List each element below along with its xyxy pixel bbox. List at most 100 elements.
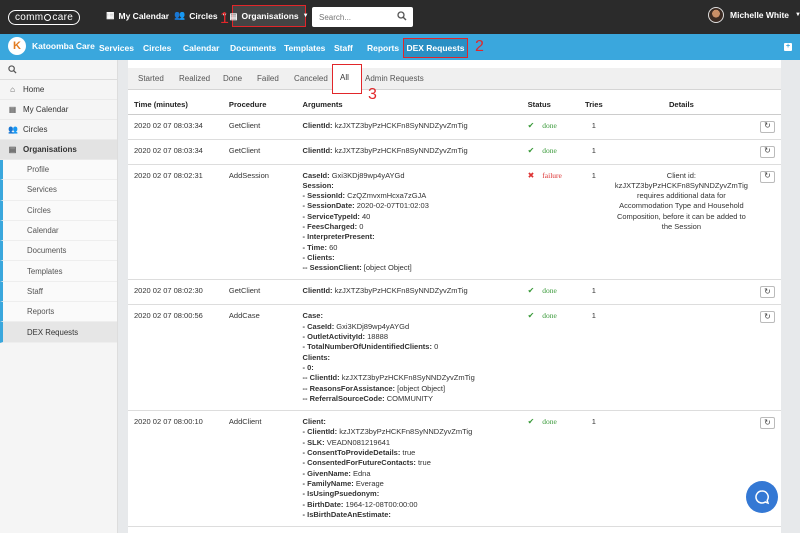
sidebar-sub-profile[interactable]: Profile [0, 160, 117, 181]
nav-circles[interactable]: Circles [143, 43, 171, 53]
table-row: 2020 02 07 08:02:31 AddSession CaseId: Gxi… [128, 164, 781, 281]
sidebar: ⌂ Home ▦ My Calendar 👥 Circles ▤ Organisatio… [0, 60, 118, 533]
user-menu[interactable]: Michelle White ▼ [708, 7, 800, 23]
search-input[interactable] [312, 7, 392, 27]
argument-key: - InterpreterPresent: [302, 232, 375, 242]
sidebar-item-home[interactable]: ⌂ Home [0, 80, 117, 100]
sidebar-search[interactable] [0, 60, 117, 80]
organisation-navbar: K Katoomba Care Services Circles Calenda… [0, 34, 800, 60]
calendar-icon: ▦ [106, 10, 115, 20]
tab-all[interactable]: All [332, 64, 362, 94]
organisations-dropdown[interactable]: ▤ Organisations ▼ [229, 5, 309, 27]
check-icon: ✔ [527, 120, 535, 130]
tab-realized[interactable]: Realized [179, 74, 210, 83]
dex-requests-table: Time (minutes) Procedure Arguments Statu… [128, 96, 781, 528]
argument-value: 18888 [365, 332, 388, 342]
retry-button[interactable]: ↻ [759, 311, 775, 324]
sidebar-sub-staff[interactable]: Staff [0, 281, 117, 303]
status-cell: ✔ done [521, 114, 579, 140]
arguments-cell: Client: - ClientId: kzJXTZ3byPzHCKFn8SyNN… [296, 410, 522, 528]
argument-value: Gxi3KDj89wp4yAYGd [334, 321, 410, 331]
search-icon[interactable] [397, 11, 407, 21]
tab-failed[interactable]: Failed [257, 74, 279, 83]
argument-line: - IsBirthDateAnEstimate: [303, 510, 516, 520]
sidebar-sub-services[interactable]: Services [0, 180, 117, 201]
nav-reports[interactable]: Reports [367, 43, 399, 53]
argument-line: - OutletActivityId: 18888 [303, 332, 516, 342]
argument-value: Edna [350, 468, 371, 478]
sidebar-item-circles[interactable]: 👥 Circles [0, 120, 117, 140]
check-icon: ✔ [527, 417, 535, 427]
procedure-cell: AddClient [222, 410, 297, 528]
tab-admin-requests[interactable]: Admin Requests [365, 74, 424, 83]
nav-staff[interactable]: Staff [334, 43, 353, 53]
refresh-icon: ↻ [764, 146, 771, 156]
arguments-cell: Case: - CaseId: Gxi3KDj89wp4yAYGd - Outlet… [296, 304, 522, 412]
sidebar-sub-circles[interactable]: Circles [0, 200, 117, 221]
retry-button[interactable]: ↻ [759, 286, 775, 299]
argument-key: Client: [302, 417, 326, 427]
scrollbar[interactable] [790, 60, 800, 533]
check-icon: ✔ [527, 311, 535, 321]
retry-button[interactable]: ↻ [759, 170, 775, 183]
argument-key: - GivenName: [302, 468, 351, 478]
argument-value: VEADN081219641 [324, 437, 391, 447]
organisation-brand[interactable]: K Katoomba Care [8, 37, 95, 55]
retry-button[interactable]: ↻ [759, 417, 775, 430]
sidebar-item-my-calendar[interactable]: ▦ My Calendar [0, 100, 117, 120]
argument-value: Everage [353, 478, 384, 488]
argument-key: - IsUsingPsuedonym: [302, 489, 380, 499]
argument-key: -- ReasonsForAssistance: [302, 383, 396, 393]
tries-cell: 1 [578, 164, 609, 281]
sidebar-sub-templates[interactable]: Templates [0, 261, 117, 282]
retry-button[interactable]: ↻ [759, 145, 775, 158]
details-cell [608, 114, 754, 140]
argument-value: COMMUNITY [384, 393, 433, 403]
argument-value: CzQZmvxmHcxa7zGJA [345, 191, 427, 201]
users-icon: 👥 [8, 125, 18, 134]
argument-key: - CaseId: [302, 321, 335, 331]
commcare-logo[interactable]: comm care [8, 9, 81, 25]
argument-key: - SessionDate: [302, 201, 355, 211]
tries-cell: 1 [578, 114, 609, 140]
sidebar-sub-documents[interactable]: Documents [0, 241, 117, 262]
action-cell: ↻ [753, 139, 781, 165]
argument-key: - OutletActivityId: [302, 332, 366, 342]
nav-documents[interactable]: Documents [230, 43, 276, 53]
annotation-number-1: 1 [220, 10, 229, 27]
argument-key: - FeesCharged: [302, 221, 358, 231]
status-done: done [542, 145, 557, 155]
nav-dex-requests[interactable]: DEX Requests [403, 38, 468, 58]
status-done: done [542, 311, 557, 321]
search-icon [8, 65, 17, 74]
chat-button[interactable] [746, 481, 778, 513]
sidebar-item-organisations[interactable]: ▤ Organisations [0, 140, 117, 160]
procedure-cell: GetClient [222, 114, 297, 140]
tab-canceled[interactable]: Canceled [294, 74, 328, 83]
argument-line: Clients: [303, 353, 516, 363]
nav-templates[interactable]: Templates [284, 43, 325, 53]
status-cell: ✔ done [521, 139, 579, 165]
procedure-cell: GetClient [222, 279, 297, 306]
nav-services[interactable]: Services [99, 43, 134, 53]
sidebar-sub-calendar[interactable]: Calendar [0, 220, 117, 242]
argument-key: ClientId: [302, 286, 333, 296]
building-icon: ▤ [8, 145, 17, 154]
sidebar-sub-reports[interactable]: Reports [0, 302, 117, 323]
sidebar-sub-dex-requests[interactable]: DEX Requests [0, 322, 117, 343]
users-icon: 👥 [174, 10, 186, 20]
nav-calendar[interactable]: Calendar [183, 43, 219, 53]
argument-key: - IsBirthDateAnEstimate: [302, 509, 391, 519]
my-calendar-link[interactable]: ▦ My Calendar [106, 10, 169, 21]
tab-done[interactable]: Done [223, 74, 242, 83]
organisation-logo: K [8, 37, 26, 55]
retry-button[interactable]: ↻ [759, 120, 775, 133]
argument-key: -- SessionClient: [302, 263, 362, 273]
action-cell: ↻ [753, 279, 781, 306]
table-row: 2020 02 07 08:03:34 GetClient ClientId: kz… [128, 139, 781, 165]
status-tabs: Started Realized Done Failed Canceled Ad… [128, 68, 781, 90]
arguments-cell: ClientId: kzJXTZ3byPzHCKFn8SyNNDZyvZmTig [296, 279, 522, 306]
tab-started[interactable]: Started [138, 74, 164, 83]
argument-line: - SLK: VEADN081219641 [303, 438, 516, 448]
expand-icon[interactable]: + [784, 43, 792, 51]
